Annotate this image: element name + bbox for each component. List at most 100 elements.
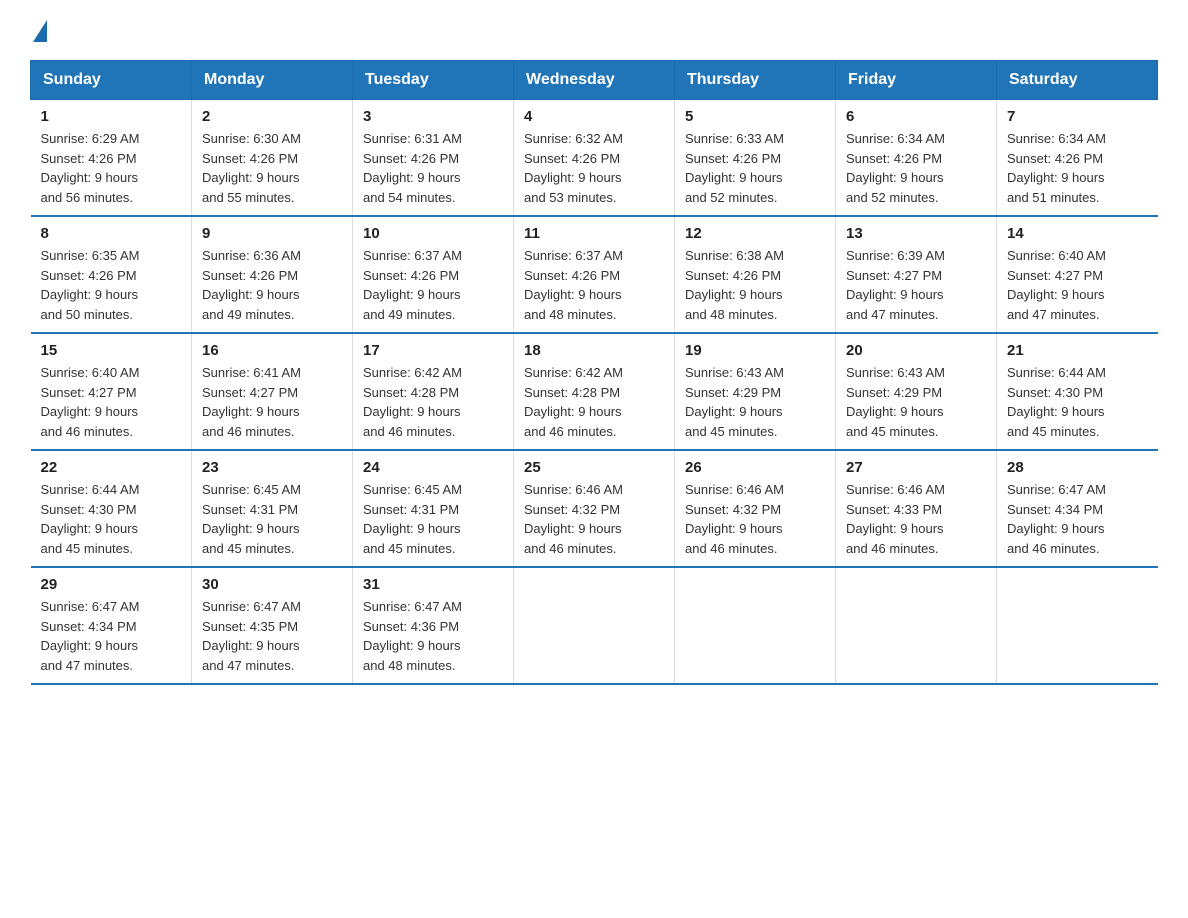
day-number: 2 bbox=[202, 108, 342, 125]
calendar-table: SundayMondayTuesdayWednesdayThursdayFrid… bbox=[30, 60, 1158, 685]
day-number: 30 bbox=[202, 576, 342, 593]
weekday-header-thursday: Thursday bbox=[675, 61, 836, 100]
weekday-header-saturday: Saturday bbox=[997, 61, 1158, 100]
calendar-cell: 24 Sunrise: 6:45 AMSunset: 4:31 PMDaylig… bbox=[353, 450, 514, 567]
weekday-header-sunday: Sunday bbox=[31, 61, 192, 100]
day-info: Sunrise: 6:47 AMSunset: 4:36 PMDaylight:… bbox=[363, 597, 503, 675]
day-number: 11 bbox=[524, 225, 664, 242]
day-info: Sunrise: 6:45 AMSunset: 4:31 PMDaylight:… bbox=[363, 480, 503, 558]
day-number: 5 bbox=[685, 108, 825, 125]
calendar-week-row: 1 Sunrise: 6:29 AMSunset: 4:26 PMDayligh… bbox=[31, 100, 1158, 217]
day-number: 13 bbox=[846, 225, 986, 242]
calendar-cell: 4 Sunrise: 6:32 AMSunset: 4:26 PMDayligh… bbox=[514, 100, 675, 217]
day-info: Sunrise: 6:46 AMSunset: 4:32 PMDaylight:… bbox=[685, 480, 825, 558]
calendar-cell bbox=[836, 567, 997, 684]
day-number: 15 bbox=[41, 342, 182, 359]
day-info: Sunrise: 6:35 AMSunset: 4:26 PMDaylight:… bbox=[41, 246, 182, 324]
day-number: 4 bbox=[524, 108, 664, 125]
calendar-week-row: 22 Sunrise: 6:44 AMSunset: 4:30 PMDaylig… bbox=[31, 450, 1158, 567]
day-info: Sunrise: 6:40 AMSunset: 4:27 PMDaylight:… bbox=[41, 363, 182, 441]
day-number: 10 bbox=[363, 225, 503, 242]
day-info: Sunrise: 6:34 AMSunset: 4:26 PMDaylight:… bbox=[846, 129, 986, 207]
calendar-cell: 13 Sunrise: 6:39 AMSunset: 4:27 PMDaylig… bbox=[836, 216, 997, 333]
weekday-header-monday: Monday bbox=[192, 61, 353, 100]
calendar-cell: 23 Sunrise: 6:45 AMSunset: 4:31 PMDaylig… bbox=[192, 450, 353, 567]
calendar-cell: 27 Sunrise: 6:46 AMSunset: 4:33 PMDaylig… bbox=[836, 450, 997, 567]
day-info: Sunrise: 6:33 AMSunset: 4:26 PMDaylight:… bbox=[685, 129, 825, 207]
day-number: 31 bbox=[363, 576, 503, 593]
calendar-cell: 29 Sunrise: 6:47 AMSunset: 4:34 PMDaylig… bbox=[31, 567, 192, 684]
calendar-cell: 5 Sunrise: 6:33 AMSunset: 4:26 PMDayligh… bbox=[675, 100, 836, 217]
day-number: 7 bbox=[1007, 108, 1148, 125]
calendar-cell: 2 Sunrise: 6:30 AMSunset: 4:26 PMDayligh… bbox=[192, 100, 353, 217]
calendar-cell: 12 Sunrise: 6:38 AMSunset: 4:26 PMDaylig… bbox=[675, 216, 836, 333]
day-info: Sunrise: 6:46 AMSunset: 4:33 PMDaylight:… bbox=[846, 480, 986, 558]
day-info: Sunrise: 6:47 AMSunset: 4:34 PMDaylight:… bbox=[1007, 480, 1148, 558]
calendar-cell: 28 Sunrise: 6:47 AMSunset: 4:34 PMDaylig… bbox=[997, 450, 1158, 567]
calendar-cell: 8 Sunrise: 6:35 AMSunset: 4:26 PMDayligh… bbox=[31, 216, 192, 333]
day-info: Sunrise: 6:44 AMSunset: 4:30 PMDaylight:… bbox=[41, 480, 182, 558]
calendar-cell: 31 Sunrise: 6:47 AMSunset: 4:36 PMDaylig… bbox=[353, 567, 514, 684]
calendar-cell bbox=[675, 567, 836, 684]
day-info: Sunrise: 6:44 AMSunset: 4:30 PMDaylight:… bbox=[1007, 363, 1148, 441]
day-number: 12 bbox=[685, 225, 825, 242]
page-header bbox=[30, 20, 1158, 40]
day-info: Sunrise: 6:40 AMSunset: 4:27 PMDaylight:… bbox=[1007, 246, 1148, 324]
logo bbox=[30, 20, 49, 40]
calendar-cell: 14 Sunrise: 6:40 AMSunset: 4:27 PMDaylig… bbox=[997, 216, 1158, 333]
day-number: 27 bbox=[846, 459, 986, 476]
day-number: 16 bbox=[202, 342, 342, 359]
day-info: Sunrise: 6:29 AMSunset: 4:26 PMDaylight:… bbox=[41, 129, 182, 207]
calendar-cell: 20 Sunrise: 6:43 AMSunset: 4:29 PMDaylig… bbox=[836, 333, 997, 450]
calendar-cell: 26 Sunrise: 6:46 AMSunset: 4:32 PMDaylig… bbox=[675, 450, 836, 567]
day-info: Sunrise: 6:31 AMSunset: 4:26 PMDaylight:… bbox=[363, 129, 503, 207]
weekday-header-wednesday: Wednesday bbox=[514, 61, 675, 100]
day-info: Sunrise: 6:42 AMSunset: 4:28 PMDaylight:… bbox=[524, 363, 664, 441]
day-number: 1 bbox=[41, 108, 182, 125]
day-info: Sunrise: 6:47 AMSunset: 4:34 PMDaylight:… bbox=[41, 597, 182, 675]
day-info: Sunrise: 6:38 AMSunset: 4:26 PMDaylight:… bbox=[685, 246, 825, 324]
calendar-week-row: 8 Sunrise: 6:35 AMSunset: 4:26 PMDayligh… bbox=[31, 216, 1158, 333]
day-info: Sunrise: 6:32 AMSunset: 4:26 PMDaylight:… bbox=[524, 129, 664, 207]
day-info: Sunrise: 6:30 AMSunset: 4:26 PMDaylight:… bbox=[202, 129, 342, 207]
calendar-cell: 25 Sunrise: 6:46 AMSunset: 4:32 PMDaylig… bbox=[514, 450, 675, 567]
calendar-header-row: SundayMondayTuesdayWednesdayThursdayFrid… bbox=[31, 61, 1158, 100]
day-info: Sunrise: 6:37 AMSunset: 4:26 PMDaylight:… bbox=[524, 246, 664, 324]
day-info: Sunrise: 6:43 AMSunset: 4:29 PMDaylight:… bbox=[846, 363, 986, 441]
day-info: Sunrise: 6:47 AMSunset: 4:35 PMDaylight:… bbox=[202, 597, 342, 675]
day-info: Sunrise: 6:41 AMSunset: 4:27 PMDaylight:… bbox=[202, 363, 342, 441]
day-number: 8 bbox=[41, 225, 182, 242]
calendar-cell: 18 Sunrise: 6:42 AMSunset: 4:28 PMDaylig… bbox=[514, 333, 675, 450]
day-info: Sunrise: 6:43 AMSunset: 4:29 PMDaylight:… bbox=[685, 363, 825, 441]
weekday-header-friday: Friday bbox=[836, 61, 997, 100]
weekday-header-tuesday: Tuesday bbox=[353, 61, 514, 100]
calendar-cell: 16 Sunrise: 6:41 AMSunset: 4:27 PMDaylig… bbox=[192, 333, 353, 450]
day-number: 9 bbox=[202, 225, 342, 242]
calendar-cell: 30 Sunrise: 6:47 AMSunset: 4:35 PMDaylig… bbox=[192, 567, 353, 684]
calendar-cell: 9 Sunrise: 6:36 AMSunset: 4:26 PMDayligh… bbox=[192, 216, 353, 333]
calendar-cell: 19 Sunrise: 6:43 AMSunset: 4:29 PMDaylig… bbox=[675, 333, 836, 450]
day-number: 17 bbox=[363, 342, 503, 359]
calendar-cell: 10 Sunrise: 6:37 AMSunset: 4:26 PMDaylig… bbox=[353, 216, 514, 333]
calendar-week-row: 29 Sunrise: 6:47 AMSunset: 4:34 PMDaylig… bbox=[31, 567, 1158, 684]
calendar-cell: 21 Sunrise: 6:44 AMSunset: 4:30 PMDaylig… bbox=[997, 333, 1158, 450]
day-info: Sunrise: 6:37 AMSunset: 4:26 PMDaylight:… bbox=[363, 246, 503, 324]
day-number: 23 bbox=[202, 459, 342, 476]
day-info: Sunrise: 6:45 AMSunset: 4:31 PMDaylight:… bbox=[202, 480, 342, 558]
logo-triangle-icon bbox=[33, 20, 47, 42]
day-number: 20 bbox=[846, 342, 986, 359]
day-number: 26 bbox=[685, 459, 825, 476]
calendar-cell: 3 Sunrise: 6:31 AMSunset: 4:26 PMDayligh… bbox=[353, 100, 514, 217]
day-number: 24 bbox=[363, 459, 503, 476]
calendar-cell: 22 Sunrise: 6:44 AMSunset: 4:30 PMDaylig… bbox=[31, 450, 192, 567]
calendar-cell: 1 Sunrise: 6:29 AMSunset: 4:26 PMDayligh… bbox=[31, 100, 192, 217]
day-info: Sunrise: 6:46 AMSunset: 4:32 PMDaylight:… bbox=[524, 480, 664, 558]
calendar-week-row: 15 Sunrise: 6:40 AMSunset: 4:27 PMDaylig… bbox=[31, 333, 1158, 450]
day-info: Sunrise: 6:36 AMSunset: 4:26 PMDaylight:… bbox=[202, 246, 342, 324]
day-number: 21 bbox=[1007, 342, 1148, 359]
calendar-cell: 17 Sunrise: 6:42 AMSunset: 4:28 PMDaylig… bbox=[353, 333, 514, 450]
day-number: 18 bbox=[524, 342, 664, 359]
calendar-cell: 11 Sunrise: 6:37 AMSunset: 4:26 PMDaylig… bbox=[514, 216, 675, 333]
day-number: 3 bbox=[363, 108, 503, 125]
day-number: 19 bbox=[685, 342, 825, 359]
